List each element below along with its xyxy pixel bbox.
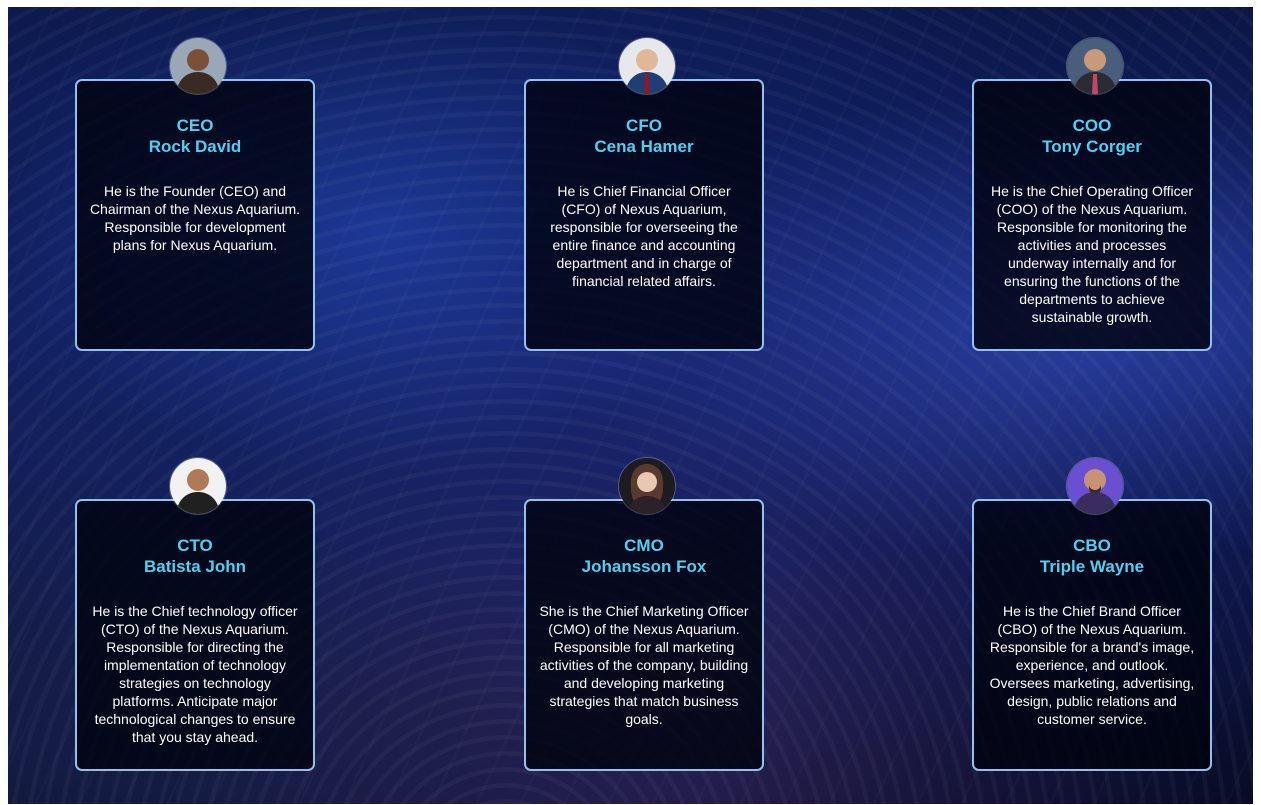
team-card-cfo: CFO Cena Hamer He is Chief Financial Off… [524,37,764,351]
avatar [618,37,676,95]
person-name: Batista John [143,557,247,576]
person-name: Johansson Fox [581,557,707,576]
person-bio: He is the Founder (CEO) and Chairman of … [89,183,301,253]
team-card-cto: CTO Batista John He is the Chief technol… [75,457,315,771]
role-title: CMO [624,536,664,555]
person-portrait-icon [170,38,226,94]
person-portrait-icon [170,458,226,514]
person-bio: He is the Chief Brand Officer (CBO) of t… [989,603,1195,727]
person-bio: He is the Chief Operating Officer (COO) … [990,183,1194,325]
person-bio: She is the Chief Marketing Officer (CMO)… [539,603,749,727]
person-portrait-icon [619,38,675,94]
role-title: CFO [626,116,662,135]
avatar [1066,37,1124,95]
team-card-cmo: CMO Johansson Fox She is the Chief Marke… [524,457,764,771]
role-title: CEO [176,116,214,135]
person-portrait-icon [619,458,675,514]
person-bio: He is the Chief technology officer (CTO)… [92,603,298,745]
team-section: CEO Rock David He is the Founder (CEO) a… [8,7,1253,804]
person-name: Triple Wayne [1039,557,1145,576]
person-name: Cena Hamer [594,137,694,156]
avatar [618,457,676,515]
role-title: COO [1072,116,1112,135]
role-title: CTO [177,536,213,555]
person-name: Tony Corger [1042,137,1142,156]
team-card-cbo: CBO Triple Wayne He is the Chief Brand O… [972,457,1212,771]
person-bio: He is Chief Financial Officer (CFO) of N… [550,183,738,289]
person-portrait-icon [1067,458,1123,514]
person-name: Rock David [148,137,242,156]
team-card-ceo: CEO Rock David He is the Founder (CEO) a… [75,37,315,351]
avatar [169,457,227,515]
person-portrait-icon [1067,38,1123,94]
avatar [169,37,227,95]
role-title: CBO [1073,536,1111,555]
team-card-coo: COO Tony Corger He is the Chief Operatin… [972,37,1212,351]
avatar [1066,457,1124,515]
